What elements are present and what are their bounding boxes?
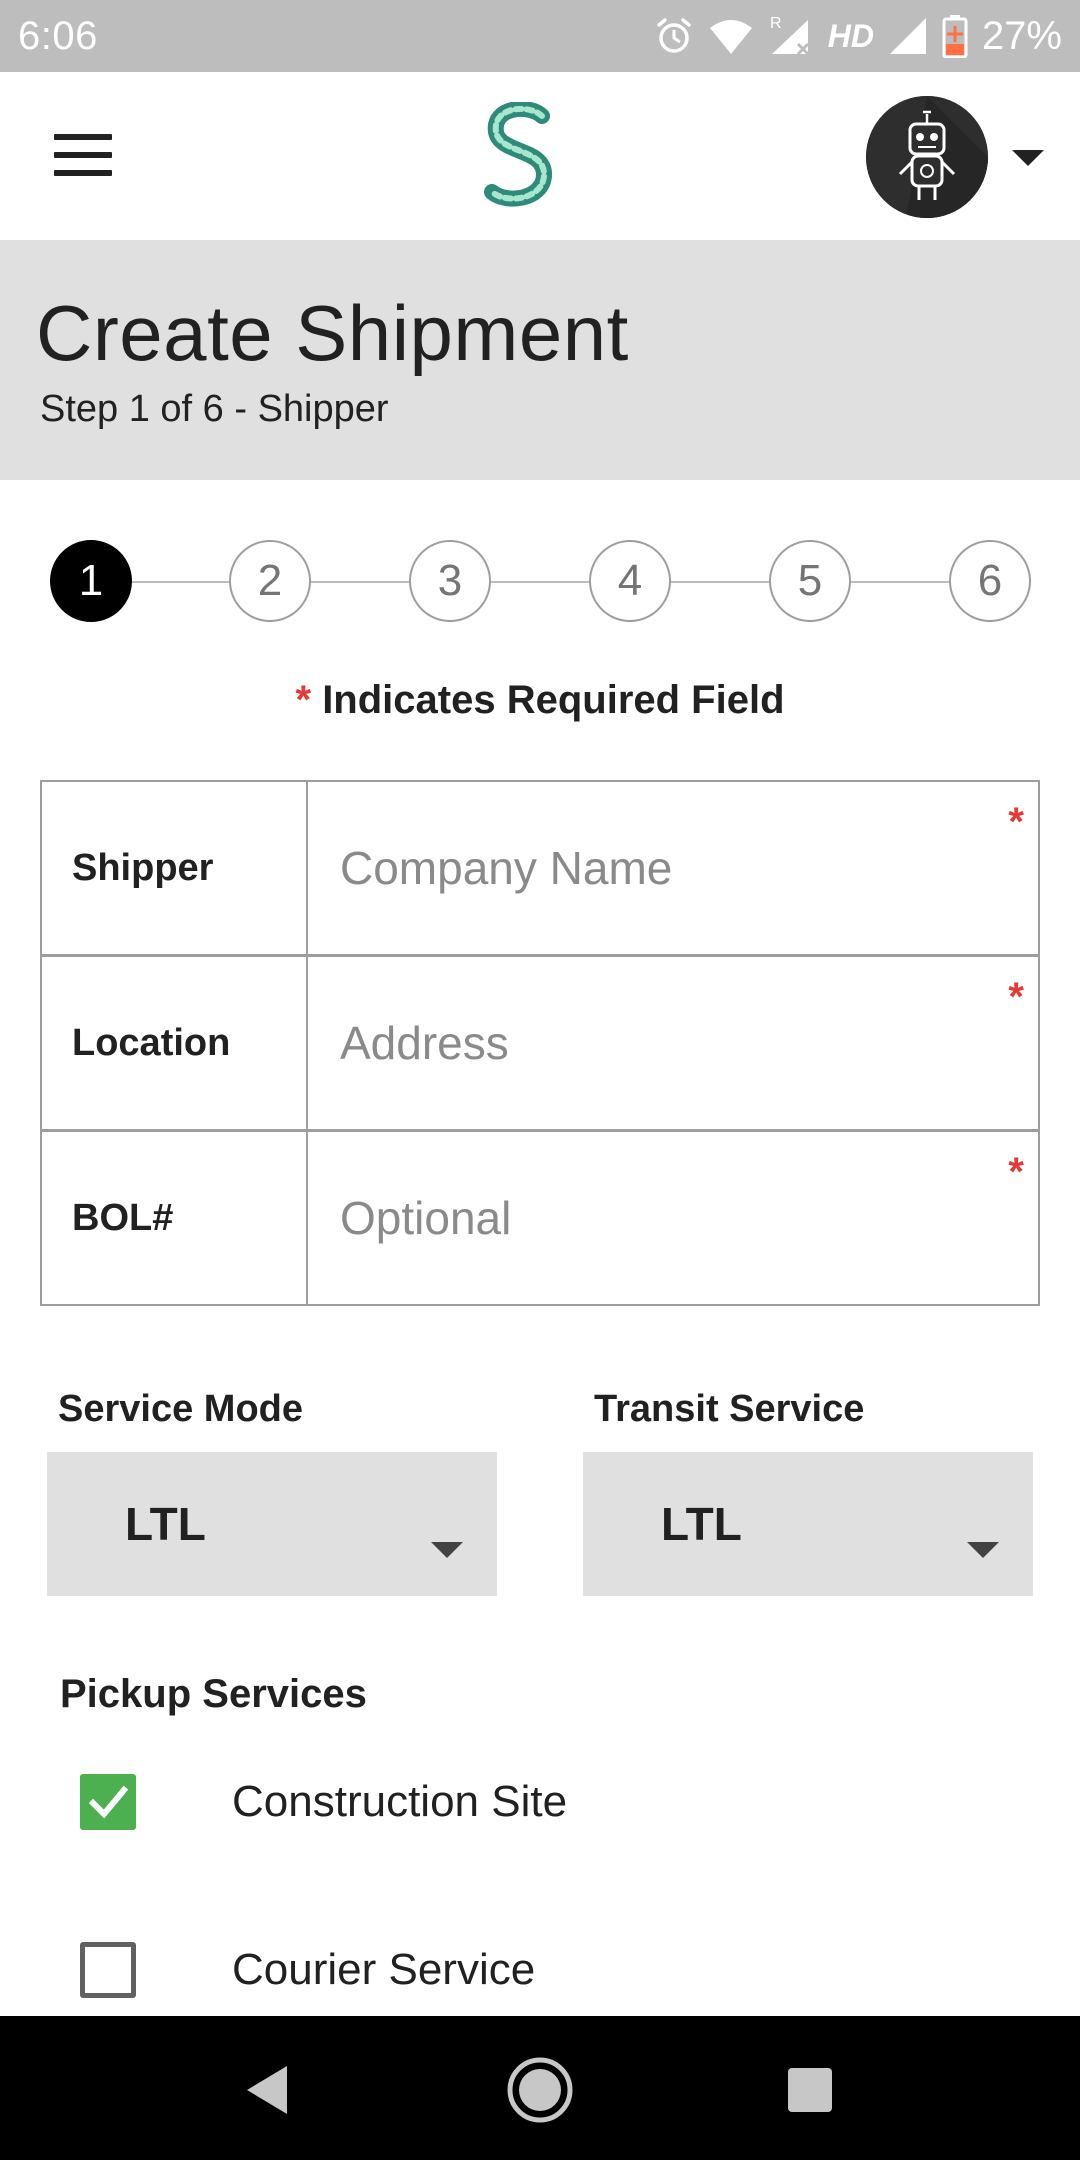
courier-service-label: Courier Service [232,1945,536,1994]
company-name-input[interactable] [340,841,1000,895]
bol-field-cell: * [308,1132,1038,1304]
bol-input[interactable] [340,1191,1000,1245]
status-bar: 6:06 R HD 27% [0,0,1080,72]
pickup-services-label: Pickup Services [60,1672,367,1716]
status-icons: R HD 27% [654,14,1062,59]
bol-label: BOL# [42,1132,308,1304]
page-subtitle: Step 1 of 6 - Shipper [40,388,389,430]
back-icon[interactable] [226,2050,306,2130]
transit-service-label: Transit Service [594,1388,865,1430]
transit-service-value: LTL [661,1498,742,1550]
robot-avatar-icon [866,96,988,218]
transit-service-select[interactable]: LTL [583,1452,1033,1596]
signal-roaming-icon: R [768,14,814,58]
user-avatar[interactable] [866,96,988,218]
required-star: * [295,678,312,722]
dropdown-caret-icon [431,1516,463,1558]
shipper-label: Shipper [42,782,308,954]
step-2[interactable]: 2 [229,540,311,622]
system-nav-bar [0,2016,1080,2160]
location-label: Location [42,957,308,1129]
alarm-icon [654,16,694,56]
courier-service-checkbox[interactable] [80,1942,136,1998]
page-header: Create Shipment Step 1 of 6 - Shipper [0,240,1080,480]
step-indicator: 1 2 3 4 5 6 [50,540,1032,624]
caret-down-icon[interactable] [1012,148,1044,168]
construction-site-label: Construction Site [232,1777,568,1826]
required-field-note: * Indicates Required Field [0,678,1080,723]
required-star: * [1008,1150,1024,1194]
status-time: 6:06 [18,13,98,58]
form-row-location: Location * [42,957,1038,1132]
stepper-line [90,581,992,583]
service-mode-select[interactable]: LTL [47,1452,497,1596]
location-field-cell: * [308,957,1038,1129]
shipper-field-cell: * [308,782,1038,954]
hamburger-menu-icon[interactable] [54,134,112,176]
required-note-text: Indicates Required Field [322,678,785,722]
network-type-label: HD [827,17,874,54]
pickup-option-courier-service[interactable]: Courier Service [80,1942,535,1998]
battery-percent: 27% [981,13,1062,58]
step-4[interactable]: 4 [589,540,671,622]
pickup-option-construction-site[interactable]: Construction Site [80,1774,567,1830]
shipper-form: Shipper * Location * BOL# * [40,780,1040,1306]
step-5[interactable]: 5 [769,540,851,622]
page-title: Create Shipment [36,289,629,377]
required-star: * [1008,975,1024,1019]
step-1[interactable]: 1 [50,540,132,622]
battery-charging-icon [942,14,968,58]
signal-icon [888,16,928,56]
construction-site-checkbox[interactable] [80,1774,136,1830]
roaming-letter: R [770,15,782,32]
app-bar [0,72,1080,240]
home-icon[interactable] [500,2050,580,2130]
step-6[interactable]: 6 [949,540,1031,622]
form-row-shipper: Shipper * [42,782,1038,957]
step-3[interactable]: 3 [409,540,491,622]
service-mode-value: LTL [125,1498,206,1550]
checkmark-icon [88,1785,129,1819]
recents-icon[interactable] [770,2050,850,2130]
form-row-bol: BOL# * [42,1132,1038,1304]
dropdown-caret-icon [967,1516,999,1558]
required-star: * [1008,800,1024,844]
wifi-icon [708,16,754,56]
s-logo-icon[interactable] [470,100,570,208]
service-mode-label: Service Mode [58,1388,303,1430]
address-input[interactable] [340,1016,1000,1070]
